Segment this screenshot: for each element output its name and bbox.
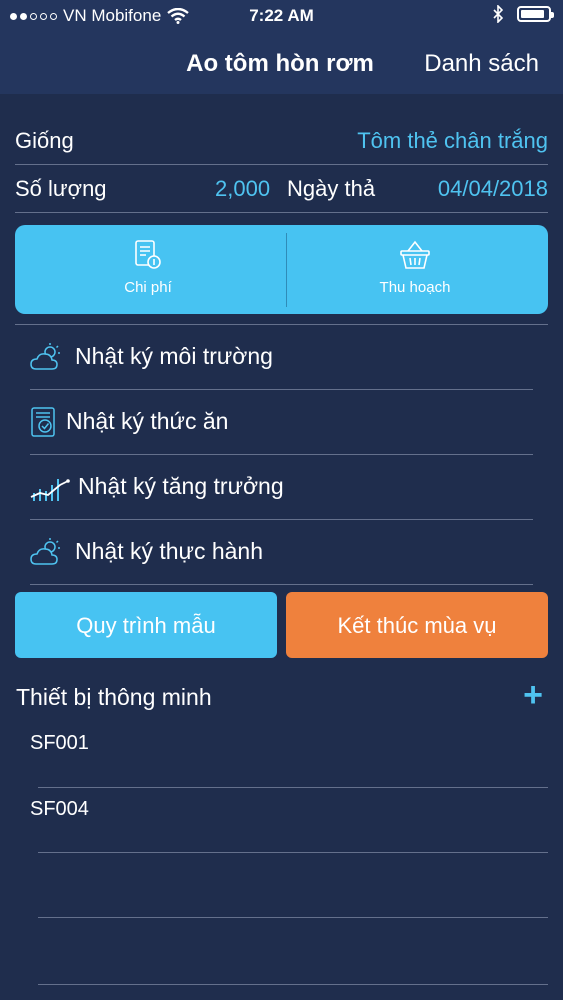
add-device-button[interactable]: + xyxy=(523,676,543,715)
log-item-label: Nhật ký thức ăn xyxy=(66,408,229,434)
action-card: Chi phí Thu hoạch xyxy=(15,225,548,314)
list-link[interactable]: Danh sách xyxy=(424,50,539,78)
device-divider xyxy=(38,984,548,985)
quantity-value[interactable]: 2,000 xyxy=(215,176,270,202)
harvest-label: Thu hoạch xyxy=(379,279,451,296)
release-date-value[interactable]: 04/04/2018 xyxy=(438,176,548,202)
bluetooth-icon xyxy=(493,5,503,23)
log-item-label: Nhật ký môi trường xyxy=(75,343,273,369)
basket-icon xyxy=(400,240,430,269)
device-divider xyxy=(38,852,548,853)
quantity-label: Số lượng xyxy=(15,176,107,201)
smart-devices-title: Thiết bị thông minh xyxy=(16,684,212,710)
log-item-label: Nhật ký thực hành xyxy=(75,538,263,564)
species-value[interactable]: Tôm thẻ chân trắng xyxy=(357,128,548,154)
growth-chart-icon xyxy=(30,479,70,501)
template-process-button[interactable]: Quy trình mẫu xyxy=(15,592,277,658)
battery-fill xyxy=(521,10,545,18)
battery-icon xyxy=(517,6,554,22)
navigation-bar: Ao tôm hòn rơm Danh sách xyxy=(0,32,563,94)
device-item[interactable]: SF001 xyxy=(30,732,89,755)
log-item-growth[interactable]: Nhật ký tăng trưởng xyxy=(30,455,533,520)
species-label: Giống xyxy=(15,128,74,153)
cost-label: Chi phí xyxy=(124,279,172,296)
harvest-button[interactable]: Thu hoạch xyxy=(282,225,548,314)
cloud-sun-icon xyxy=(30,343,60,370)
log-item-environment[interactable]: Nhật ký môi trường xyxy=(30,325,533,390)
quantity-row: Số lượng 2,000 Ngày thả 04/04/2018 xyxy=(15,166,548,213)
page-title: Ao tôm hòn rơm xyxy=(186,50,374,77)
log-item-label: Nhật ký tăng trưởng xyxy=(78,473,284,499)
end-season-button[interactable]: Kết thúc mùa vụ xyxy=(286,592,548,658)
cost-document-icon xyxy=(135,240,161,269)
device-divider xyxy=(38,787,548,788)
status-bar: VN Mobifone 7:22 AM xyxy=(0,0,563,32)
cost-button[interactable]: Chi phí xyxy=(15,225,281,314)
status-right xyxy=(493,5,554,23)
log-item-feed[interactable]: Nhật ký thức ăn xyxy=(30,390,533,455)
log-item-practice[interactable]: Nhật ký thực hành xyxy=(30,520,533,585)
cloud-sun-icon xyxy=(30,538,60,565)
document-check-icon xyxy=(31,407,55,437)
species-row: Giống Tôm thẻ chân trắng xyxy=(15,118,548,165)
status-time: 7:22 AM xyxy=(249,6,314,25)
release-date-label: Ngày thả xyxy=(287,176,376,201)
device-divider xyxy=(38,917,548,918)
device-item[interactable]: SF004 xyxy=(30,798,89,821)
